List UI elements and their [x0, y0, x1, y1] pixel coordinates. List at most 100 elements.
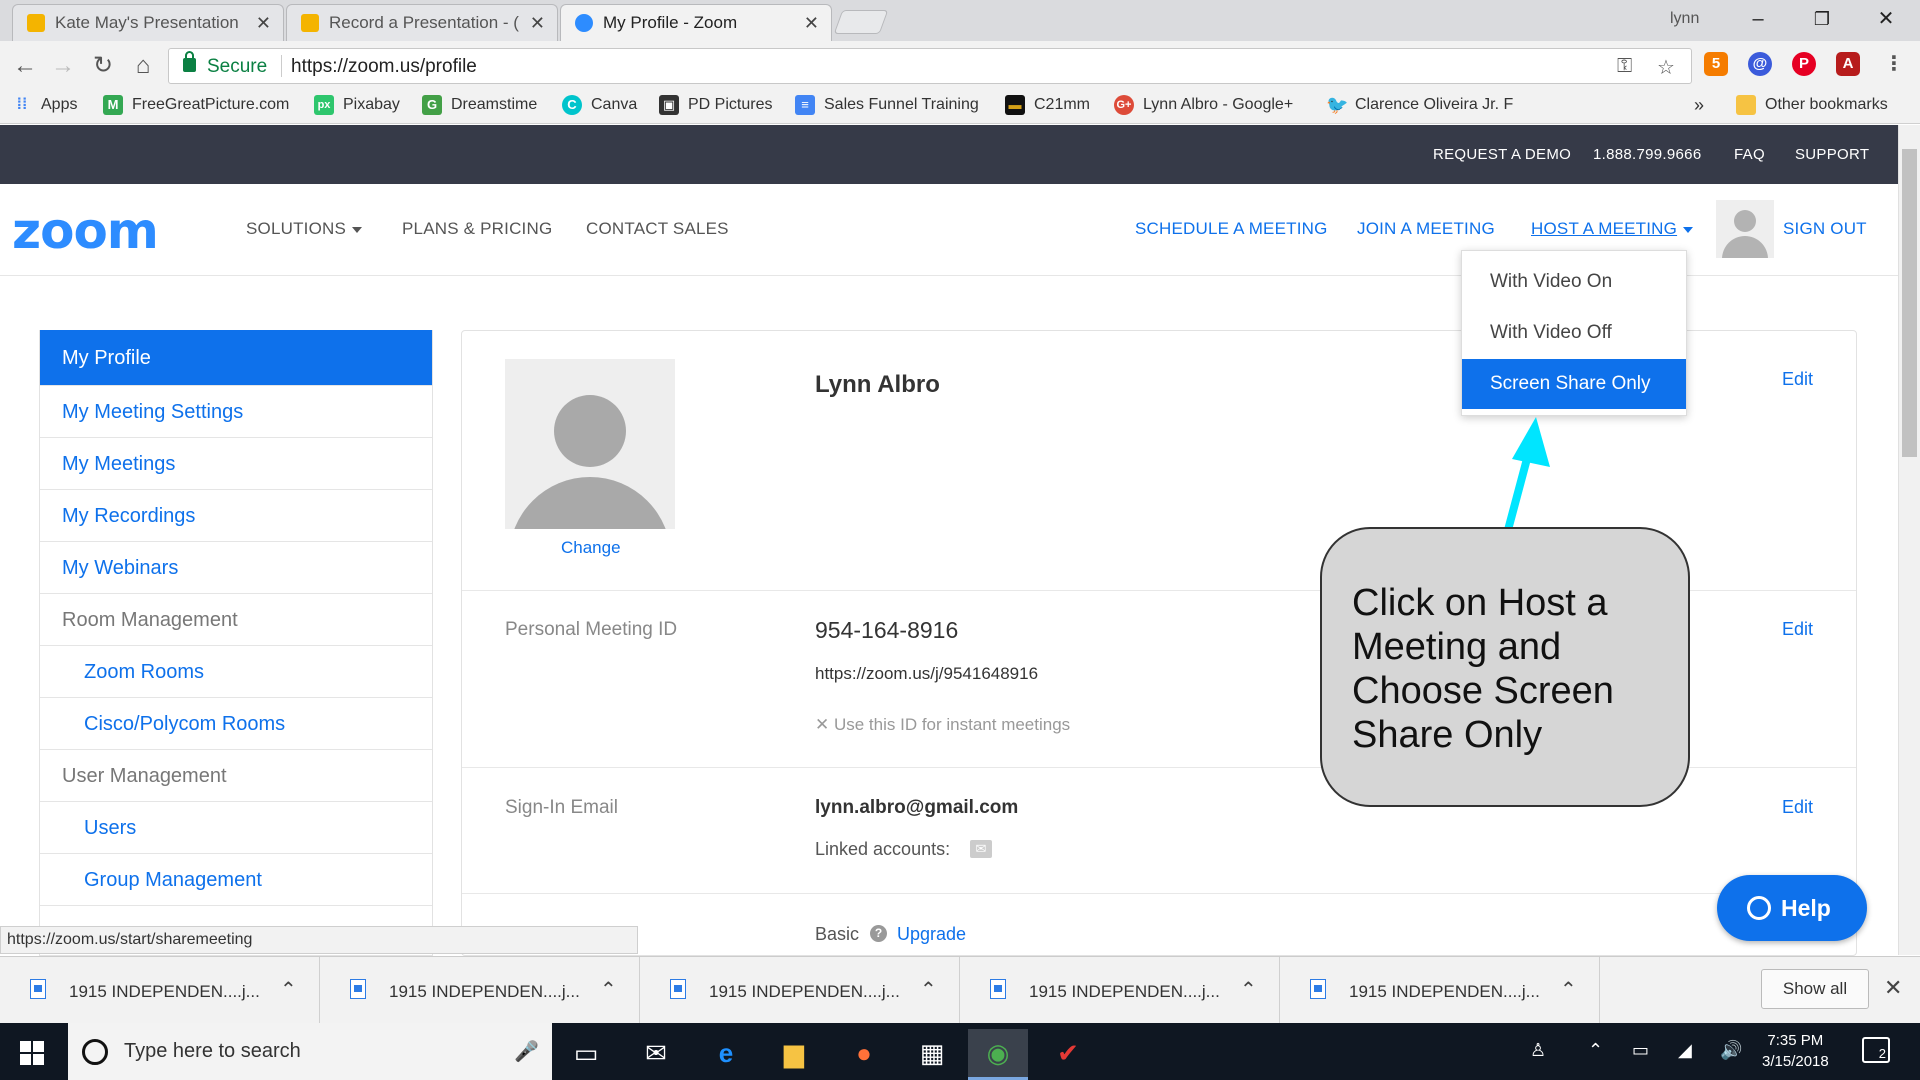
sidebar-item-meetings[interactable]: My Meetings	[40, 438, 432, 490]
chevron-up-icon[interactable]: ⌃	[280, 977, 297, 1002]
host-screen-share-only[interactable]: Screen Share Only	[1462, 359, 1686, 409]
help-button[interactable]: Help	[1717, 875, 1867, 941]
action-center-icon[interactable]: 2	[1862, 1037, 1890, 1063]
join-meeting-link[interactable]: JOIN A MEETING	[1357, 219, 1495, 239]
home-icon[interactable]: ⌂	[128, 51, 158, 81]
tray-chevron-up-icon[interactable]: ⌃	[1588, 1040, 1603, 1061]
close-tab-icon[interactable]: ✕	[530, 13, 545, 34]
faq-link[interactable]: FAQ	[1734, 146, 1765, 163]
plans-pricing-link[interactable]: PLANS & PRICING	[402, 219, 552, 239]
sign-out-link[interactable]: SIGN OUT	[1783, 219, 1867, 239]
bookmark-pixabay[interactable]: px Pixabay	[314, 95, 400, 115]
page-scrollbar[interactable]	[1898, 125, 1920, 955]
host-with-video-off[interactable]: With Video Off	[1462, 308, 1686, 358]
download-item[interactable]: 1915 INDEPENDEN....j... ⌃	[320, 957, 640, 1024]
edit-email-link[interactable]: Edit	[1782, 797, 1813, 818]
request-demo-link[interactable]: REQUEST A DEMO	[1433, 146, 1571, 163]
back-icon[interactable]: ←	[10, 51, 40, 81]
bookmark-apps[interactable]: ⁞⁞ Apps	[12, 95, 78, 115]
chevron-up-icon[interactable]: ⌃	[600, 977, 617, 1002]
mail-app-icon[interactable]: ✉	[626, 1029, 686, 1080]
key-icon[interactable]: ⚿	[1617, 55, 1632, 78]
edit-pmi-link[interactable]: Edit	[1782, 619, 1813, 640]
sidebar-item-webinars[interactable]: My Webinars	[40, 542, 432, 594]
forward-icon[interactable]: →	[48, 51, 78, 81]
solutions-menu[interactable]: SOLUTIONS	[246, 219, 363, 239]
new-tab-button[interactable]	[833, 10, 889, 34]
show-all-downloads-button[interactable]: Show all	[1761, 969, 1869, 1009]
people-icon[interactable]: ♙	[1530, 1040, 1546, 1061]
bookmark-lynn-google-plus[interactable]: G+ Lynn Albro - Google+	[1114, 95, 1293, 115]
task-view-icon[interactable]: ▭	[556, 1029, 616, 1080]
change-picture-link[interactable]: Change	[561, 538, 621, 558]
chevron-up-icon[interactable]: ⌃	[1560, 977, 1577, 1002]
scrollbar-thumb[interactable]	[1902, 149, 1917, 457]
bookmark-freegreatpicture[interactable]: M FreeGreatPicture.com	[103, 95, 289, 115]
address-bar[interactable]: Secure https://zoom.us/profile ⚿ ☆	[168, 48, 1692, 84]
store-icon[interactable]: ▦	[902, 1029, 962, 1080]
close-tab-icon[interactable]: ✕	[256, 13, 271, 34]
tab-kate-may-presentation[interactable]: Kate May's Presentation ✕	[12, 4, 284, 41]
close-tab-icon[interactable]: ✕	[804, 13, 819, 34]
sidebar-item-group-management[interactable]: Group Management	[40, 854, 432, 906]
chrome-menu-icon[interactable]: ⋮	[1882, 52, 1906, 76]
sidebar-item-zoom-rooms[interactable]: Zoom Rooms	[40, 646, 432, 698]
contact-sales-link[interactable]: CONTACT SALES	[586, 219, 729, 239]
extension-orange-icon[interactable]: 5	[1704, 52, 1728, 76]
user-avatar[interactable]	[1716, 200, 1774, 258]
volume-icon[interactable]: 🔊	[1720, 1040, 1742, 1061]
download-item[interactable]: 1915 INDEPENDEN....j... ⌃	[640, 957, 960, 1024]
extension-blue-icon[interactable]: @	[1748, 52, 1772, 76]
more-bookmarks-chevron-icon[interactable]: »	[1694, 95, 1704, 116]
close-downloads-icon[interactable]: ✕	[1884, 975, 1902, 1001]
wifi-icon[interactable]: ◢	[1678, 1040, 1692, 1061]
edge-browser-icon[interactable]: e	[696, 1029, 756, 1080]
bookmark-pd-pictures[interactable]: ▣ PD Pictures	[659, 95, 772, 115]
chrome-user-name[interactable]: lynn	[1670, 10, 1699, 28]
bookmark-dreamstime[interactable]: G Dreamstime	[422, 95, 537, 115]
sidebar-item-recordings[interactable]: My Recordings	[40, 490, 432, 542]
todo-app-icon[interactable]: ✔	[1038, 1029, 1098, 1080]
bookmark-c21mm[interactable]: ▬ C21mm	[1005, 95, 1090, 115]
acrobat-icon[interactable]: A	[1836, 52, 1860, 76]
upgrade-link[interactable]: Upgrade	[897, 924, 966, 945]
bookmark-other[interactable]: Other bookmarks	[1736, 95, 1888, 115]
taskbar-clock[interactable]: 7:35 PM 3/15/2018	[1762, 1030, 1829, 1072]
download-item[interactable]: 1915 INDEPENDEN....j... ⌃	[1280, 957, 1600, 1024]
sidebar-item-users[interactable]: Users	[40, 802, 432, 854]
pmi-instant-option[interactable]: ✕ Use this ID for instant meetings	[815, 715, 1070, 735]
restore-icon[interactable]: ❐	[1797, 4, 1847, 34]
sidebar-item-cisco-polycom[interactable]: Cisco/Polycom Rooms	[40, 698, 432, 750]
bookmark-clarence[interactable]: 🐦 Clarence Oliveira Jr. F	[1326, 95, 1513, 115]
download-item[interactable]: 1915 INDEPENDEN....j... ⌃	[0, 957, 320, 1024]
host-with-video-on[interactable]: With Video On	[1462, 257, 1686, 307]
chevron-up-icon[interactable]: ⌃	[1240, 977, 1257, 1002]
tab-record-presentation[interactable]: Record a Presentation - ( ✕	[286, 4, 558, 41]
bookmark-sales-funnel[interactable]: ≡ Sales Funnel Training	[795, 95, 979, 115]
tab-my-profile-zoom[interactable]: My Profile - Zoom ✕	[560, 4, 832, 41]
minimize-icon[interactable]: –	[1733, 4, 1783, 34]
download-item[interactable]: 1915 INDEPENDEN....j... ⌃	[960, 957, 1280, 1024]
support-link[interactable]: SUPPORT	[1795, 146, 1869, 163]
microphone-icon[interactable]: 🎤	[514, 1039, 539, 1064]
url-text[interactable]: https://zoom.us/profile	[291, 56, 477, 78]
schedule-meeting-link[interactable]: SCHEDULE A MEETING	[1135, 219, 1328, 239]
bookmark-canva[interactable]: C Canva	[562, 95, 637, 115]
pinterest-icon[interactable]: P	[1792, 52, 1816, 76]
close-window-icon[interactable]: ✕	[1861, 4, 1911, 34]
bookmark-star-icon[interactable]: ☆	[1657, 55, 1675, 80]
taskbar-search-box[interactable]: Type here to search 🎤	[68, 1023, 552, 1080]
windows-start-icon[interactable]	[20, 1041, 44, 1065]
pmi-url[interactable]: https://zoom.us/j/9541648916	[815, 664, 1038, 684]
chrome-taskbar-icon[interactable]: ◉	[968, 1029, 1028, 1080]
edit-name-link[interactable]: Edit	[1782, 369, 1813, 390]
sidebar-item-meeting-settings[interactable]: My Meeting Settings	[40, 386, 432, 438]
host-meeting-menu[interactable]: HOST A MEETING	[1531, 219, 1694, 239]
file-explorer-icon[interactable]: ▆	[764, 1029, 824, 1080]
phone-link[interactable]: 1.888.799.9666	[1593, 146, 1701, 163]
firefox-icon[interactable]: ●	[834, 1029, 894, 1080]
zoom-logo[interactable]: zoom	[12, 202, 159, 260]
reload-icon[interactable]: ↻	[88, 51, 118, 81]
chevron-up-icon[interactable]: ⌃	[920, 977, 937, 1002]
sidebar-item-my-profile[interactable]: My Profile	[40, 330, 432, 386]
